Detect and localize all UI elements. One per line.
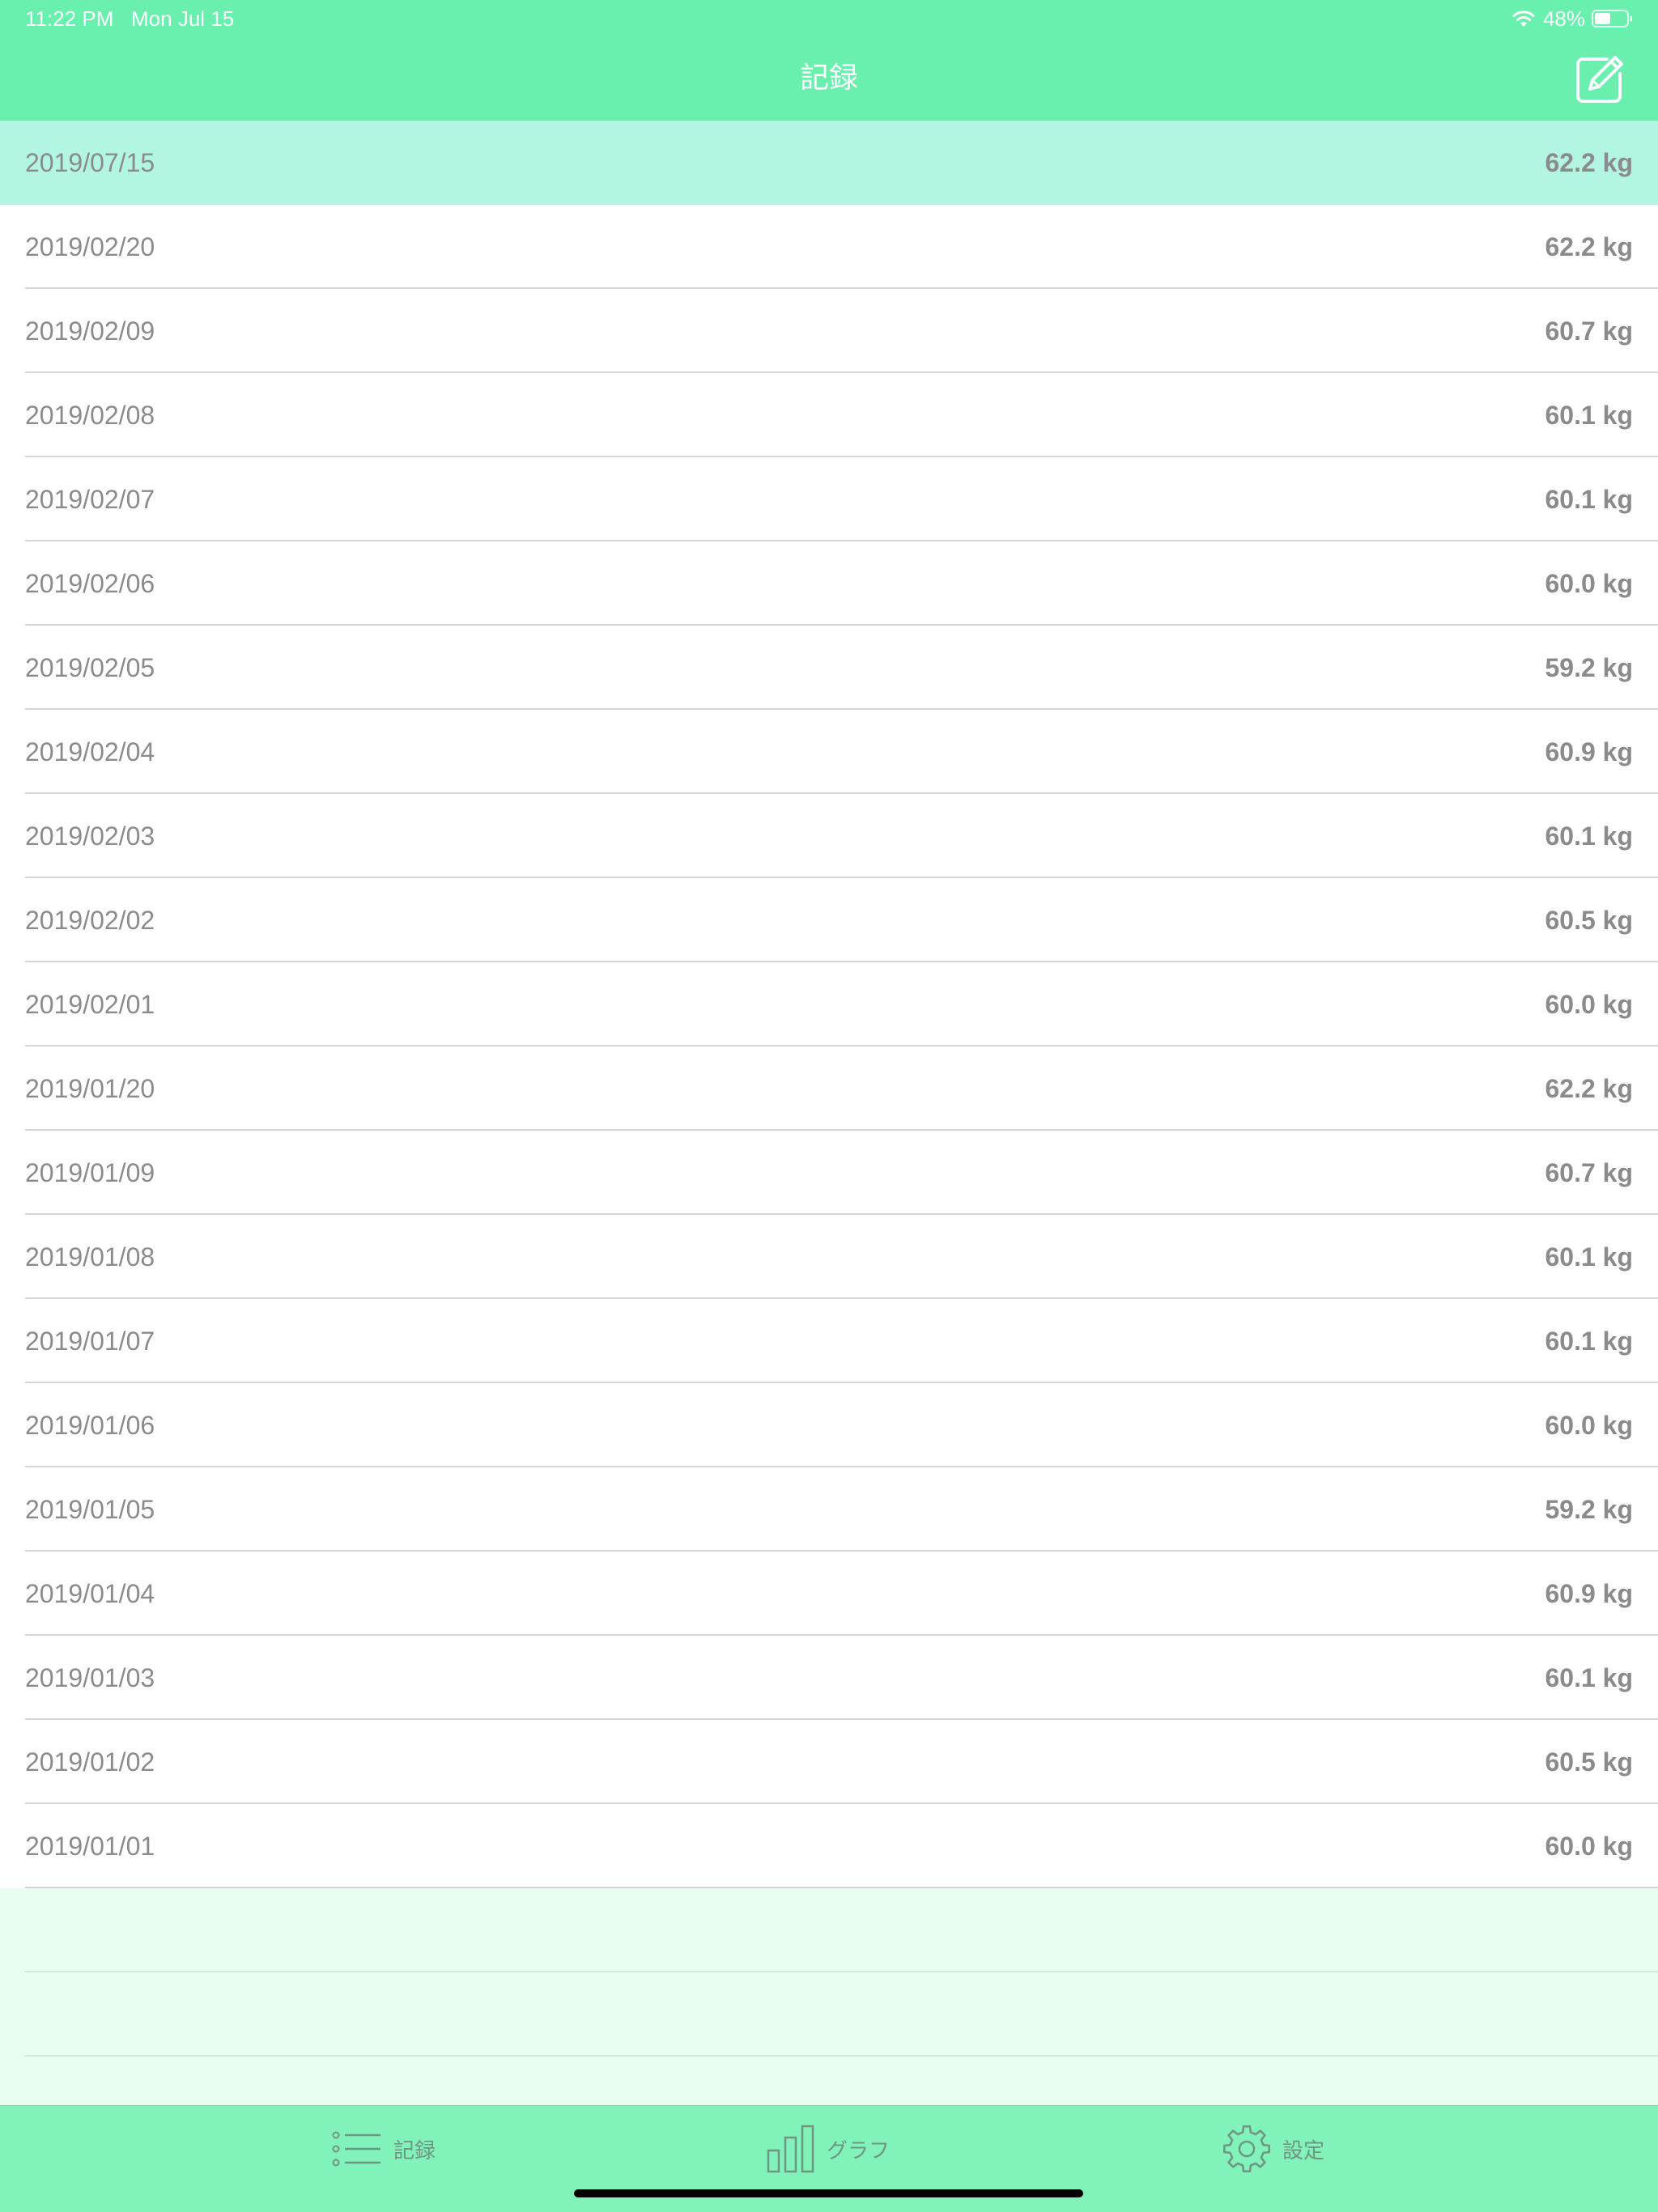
page-title: 記録 <box>799 61 858 94</box>
separator <box>25 1971 1658 1972</box>
record-date: 2019/02/04 <box>25 737 155 766</box>
record-weight: 60.0 kg <box>1545 990 1633 1019</box>
record-row[interactable]: 2019/07/15 62.2 kg <box>0 121 1658 205</box>
record-row[interactable]: 2019/01/07 60.1 kg <box>0 1299 1658 1383</box>
record-date: 2019/02/01 <box>25 990 155 1019</box>
record-weight: 60.1 kg <box>1545 822 1633 851</box>
bar-chart-icon <box>767 2125 814 2173</box>
record-date: 2019/01/06 <box>25 1411 155 1440</box>
record-row[interactable]: 2019/02/01 60.0 kg <box>0 962 1658 1047</box>
record-date: 2019/02/08 <box>25 401 155 430</box>
tab-records-label: 記録 <box>393 2138 436 2163</box>
record-weight: 60.9 kg <box>1545 737 1633 766</box>
record-row[interactable]: 2019/02/02 60.5 kg <box>0 878 1658 962</box>
tab-settings[interactable]: 設定 <box>1222 2124 1324 2174</box>
battery-icon <box>1592 9 1634 28</box>
record-row[interactable]: 2019/01/03 60.1 kg <box>0 1636 1658 1720</box>
record-weight: 62.2 kg <box>1545 232 1633 261</box>
record-date: 2019/02/02 <box>25 906 155 935</box>
record-row[interactable]: 2019/01/05 59.2 kg <box>0 1467 1658 1552</box>
record-weight: 62.2 kg <box>1545 148 1633 177</box>
status-indicators: 48% <box>1511 5 1634 32</box>
record-row[interactable]: 2019/02/06 60.0 kg <box>0 541 1658 626</box>
record-weight: 60.1 kg <box>1545 401 1633 430</box>
separator <box>25 2055 1658 2057</box>
record-date: 2019/02/07 <box>25 485 155 514</box>
record-date: 2019/01/02 <box>25 1747 155 1777</box>
record-date: 2019/02/06 <box>25 569 155 598</box>
record-date: 2019/07/15 <box>25 148 155 177</box>
record-row[interactable]: 2019/01/01 60.0 kg <box>0 1804 1658 1888</box>
record-row[interactable]: 2019/02/08 60.1 kg <box>0 373 1658 457</box>
record-weight: 62.2 kg <box>1545 1074 1633 1103</box>
record-row[interactable]: 2019/02/07 60.1 kg <box>0 457 1658 541</box>
record-weight: 60.7 kg <box>1545 1158 1633 1187</box>
record-weight: 60.9 kg <box>1545 1579 1633 1608</box>
record-row[interactable]: 2019/02/03 60.1 kg <box>0 794 1658 878</box>
record-date: 2019/02/03 <box>25 822 155 851</box>
record-date: 2019/01/04 <box>25 1579 155 1608</box>
record-row[interactable]: 2019/01/09 60.7 kg <box>0 1131 1658 1215</box>
record-weight: 60.0 kg <box>1545 1411 1633 1440</box>
record-weight: 60.1 kg <box>1545 1663 1633 1692</box>
gear-icon <box>1223 2125 1270 2172</box>
record-row[interactable]: 2019/01/02 60.5 kg <box>0 1720 1658 1804</box>
record-row[interactable]: 2019/02/20 62.2 kg <box>0 205 1658 289</box>
battery-percentage: 48% <box>1542 6 1585 31</box>
record-date: 2019/01/07 <box>25 1327 155 1356</box>
record-row[interactable]: 2019/01/06 60.0 kg <box>0 1383 1658 1467</box>
tab-graph[interactable]: グラフ <box>767 2124 890 2174</box>
wifi-icon <box>1511 9 1537 28</box>
record-weight: 59.2 kg <box>1545 653 1633 682</box>
record-row[interactable]: 2019/02/09 60.7 kg <box>0 289 1658 373</box>
navigation-bar: 11:22 PM Mon Jul 15 48% 記録 <box>0 0 1658 121</box>
empty-list-area <box>0 1888 1658 2105</box>
record-weight: 60.5 kg <box>1545 1747 1633 1777</box>
record-weight: 60.1 kg <box>1545 485 1633 514</box>
record-weight: 60.0 kg <box>1545 569 1633 598</box>
record-date: 2019/02/09 <box>25 316 155 346</box>
compose-icon <box>1576 56 1623 103</box>
record-row[interactable]: 2019/01/08 60.1 kg <box>0 1215 1658 1299</box>
home-indicator <box>574 2189 1083 2197</box>
add-record-button[interactable] <box>1574 53 1626 105</box>
record-date: 2019/02/05 <box>25 653 155 682</box>
record-row[interactable]: 2019/01/20 62.2 kg <box>0 1047 1658 1131</box>
record-row[interactable]: 2019/02/05 59.2 kg <box>0 626 1658 710</box>
record-row[interactable]: 2019/02/04 60.9 kg <box>0 710 1658 794</box>
record-date: 2019/01/05 <box>25 1495 155 1524</box>
record-date: 2019/02/20 <box>25 232 155 261</box>
record-date: 2019/01/01 <box>25 1832 155 1861</box>
list-icon <box>332 2131 380 2167</box>
record-weight: 60.7 kg <box>1545 316 1633 346</box>
record-weight: 59.2 kg <box>1545 1495 1633 1524</box>
record-date: 2019/01/08 <box>25 1242 155 1272</box>
tab-graph-label: グラフ <box>827 2138 891 2163</box>
record-weight: 60.0 kg <box>1545 1832 1633 1861</box>
record-weight: 60.1 kg <box>1545 1327 1633 1356</box>
tab-records[interactable]: 記録 <box>332 2124 436 2174</box>
record-weight: 60.5 kg <box>1545 906 1633 935</box>
record-date: 2019/01/09 <box>25 1158 155 1187</box>
record-weight: 60.1 kg <box>1545 1242 1633 1272</box>
status-time: 11:22 PM Mon Jul 15 <box>25 6 235 31</box>
tab-settings-label: 設定 <box>1282 2138 1325 2163</box>
record-list: 2019/07/15 62.2 kg 2019/02/20 62.2 kg 2019/0… <box>0 121 1658 1888</box>
record-date: 2019/01/03 <box>25 1663 155 1692</box>
record-row[interactable]: 2019/01/04 60.9 kg <box>0 1552 1658 1636</box>
record-date: 2019/01/20 <box>25 1074 155 1103</box>
